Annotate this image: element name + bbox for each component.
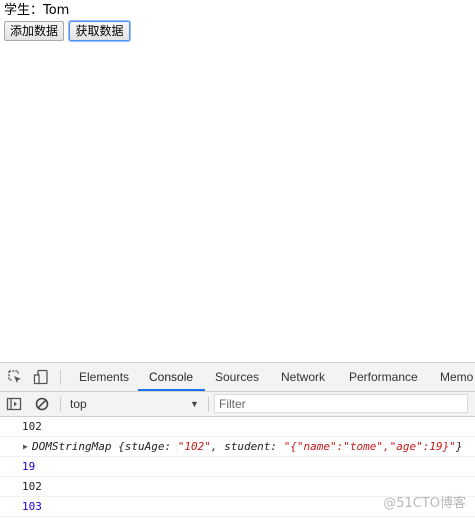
dropdown-arrow-icon: ▼ <box>190 399 199 409</box>
console-line: 19 <box>0 457 475 477</box>
object-suffix: } <box>455 440 463 453</box>
devtools-panel: Elements Console Sources Network Perform… <box>0 362 475 519</box>
watermark: @51CTO博客 <box>383 496 466 511</box>
expand-triangle-icon[interactable]: ▶ <box>23 437 28 456</box>
toolbar-separator <box>60 397 61 412</box>
page-viewport: 学生：Tom 添加数据 获取数据 <box>0 0 475 362</box>
tab-sources[interactable]: Sources <box>215 363 259 391</box>
tab-network[interactable]: Network <box>281 363 325 391</box>
tab-performance[interactable]: Performance <box>349 363 418 391</box>
clear-console-icon[interactable] <box>34 396 50 412</box>
tab-memory[interactable]: Memo <box>440 363 473 391</box>
object-prefix: DOMStringMap {stuAge: <box>32 440 178 453</box>
object-value-student: "{"name":"tome","age":19}" <box>283 440 456 453</box>
object-preview: DOMStringMap {stuAge: "102", student: "{… <box>22 440 463 453</box>
filter-input[interactable] <box>214 394 468 413</box>
toolbar-separator <box>208 397 209 412</box>
object-mid: , student: <box>210 440 284 453</box>
console-object-line[interactable]: ▶ DOMStringMap {stuAge: "102", student: … <box>0 437 475 457</box>
inspect-element-icon[interactable] <box>7 369 23 385</box>
context-selector[interactable]: top ▼ <box>64 394 204 414</box>
console-line: 102 <box>0 417 475 437</box>
context-label: top <box>70 397 87 411</box>
tab-elements[interactable]: Elements <box>79 363 129 391</box>
object-value-stuage: "102" <box>177 440 211 453</box>
get-data-button[interactable]: 获取数据 <box>69 21 130 41</box>
student-label: 学生：Tom <box>4 3 70 18</box>
tab-console[interactable]: Console <box>137 363 206 391</box>
devtools-tabbar: Elements Console Sources Network Perform… <box>0 363 475 392</box>
toolbar-separator <box>60 370 61 385</box>
console-toolbar: top ▼ <box>0 392 475 417</box>
add-data-button[interactable]: 添加数据 <box>4 21 64 41</box>
device-toolbar-icon[interactable] <box>33 369 49 385</box>
sidebar-toggle-icon[interactable] <box>6 396 22 412</box>
